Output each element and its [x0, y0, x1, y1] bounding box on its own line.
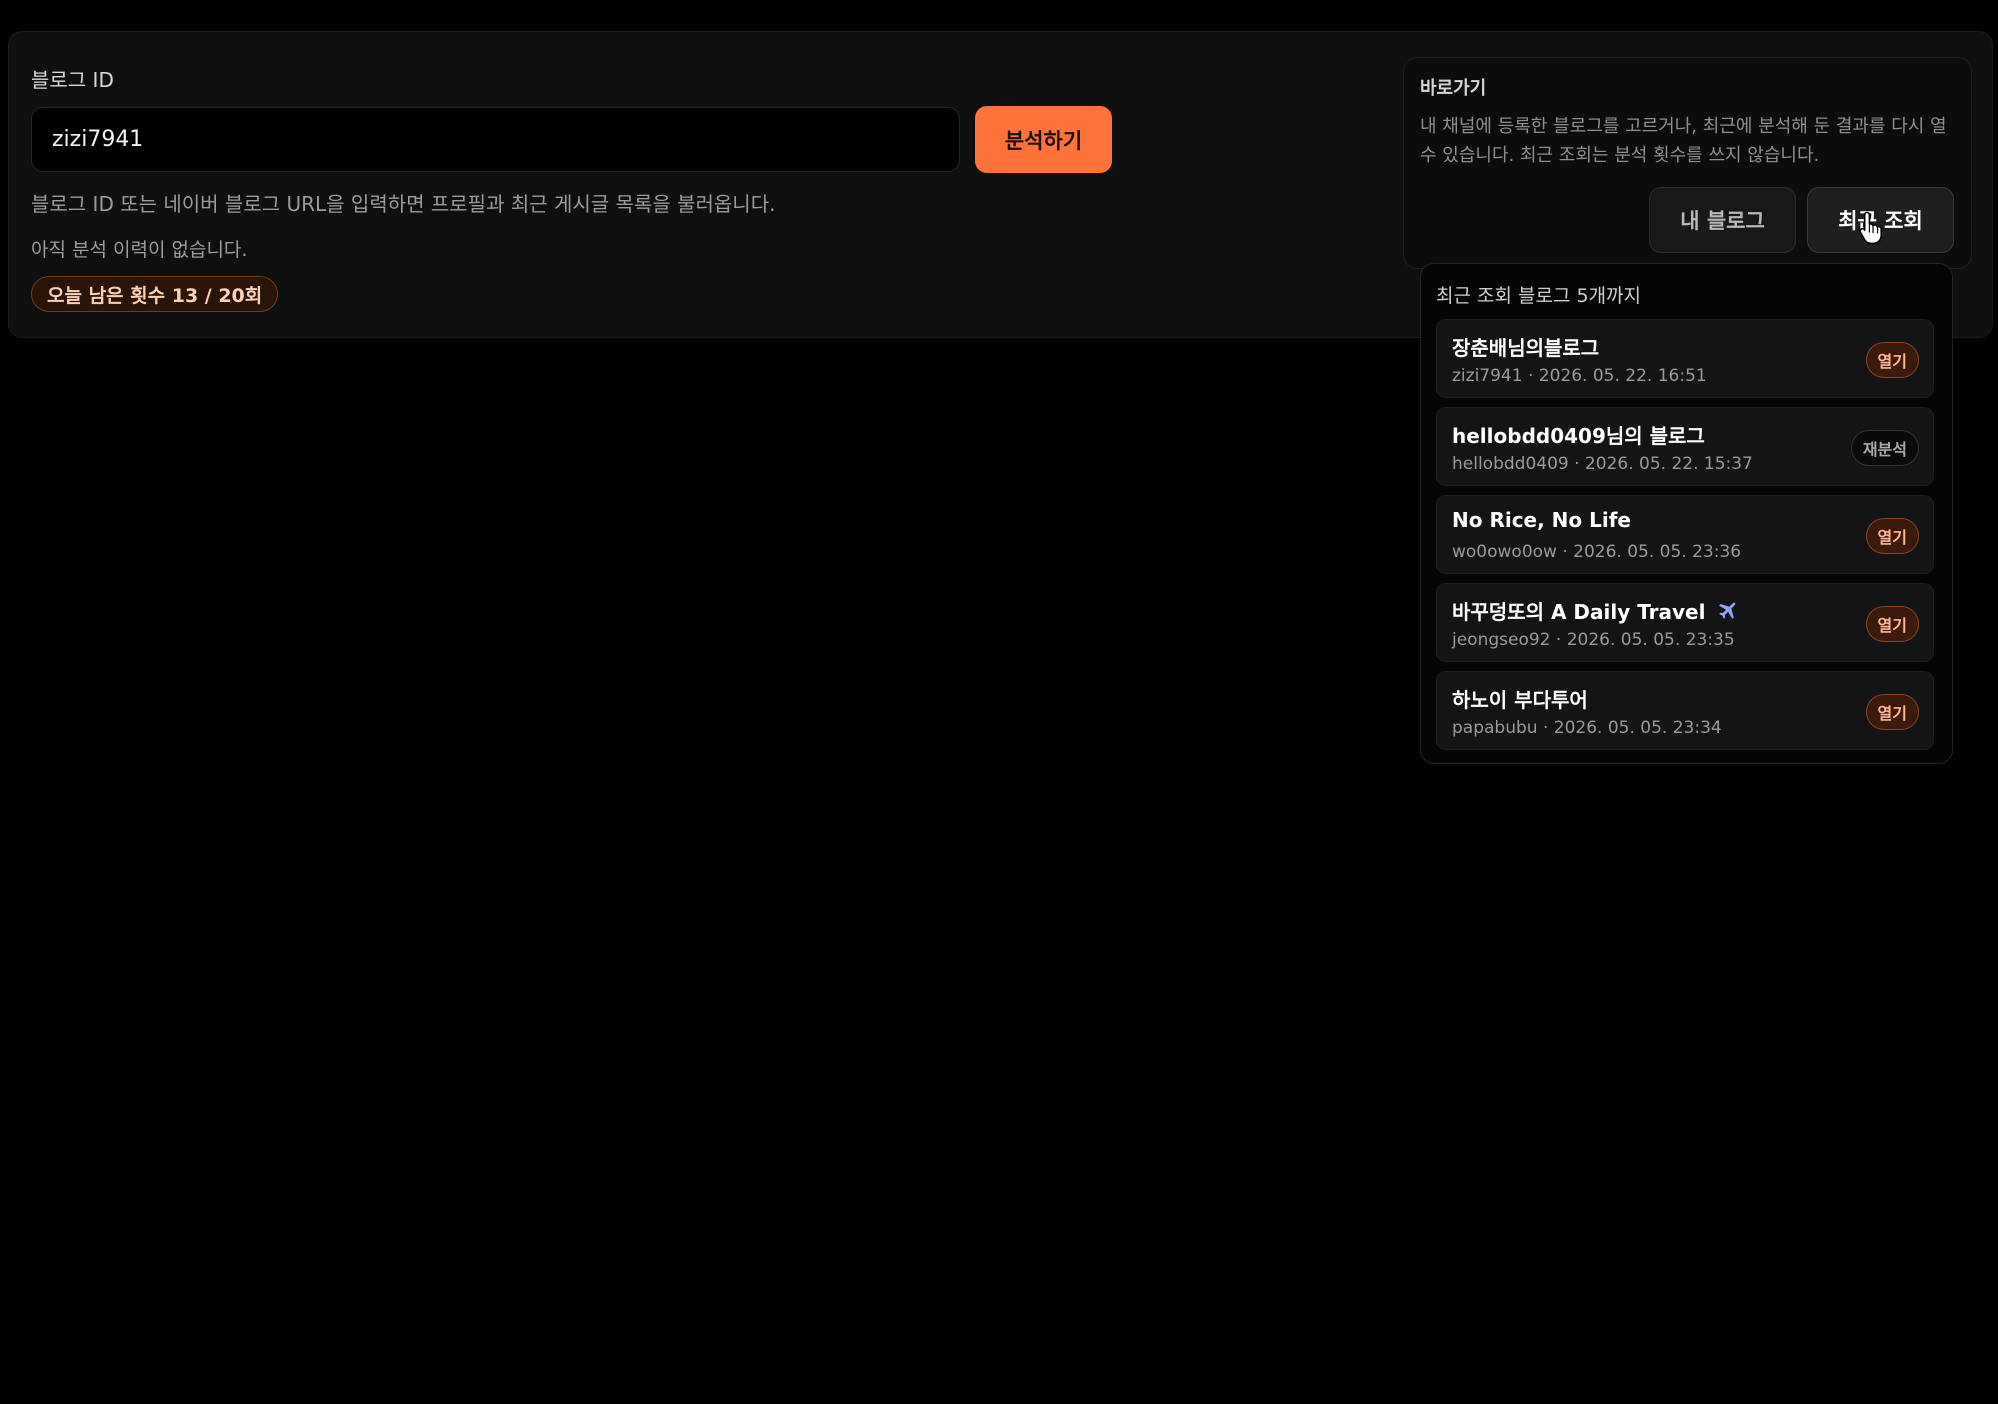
page: 블로그 ID 분석하기 블로그 ID 또는 네이버 블로그 URL을 입력하면 … — [0, 0, 1998, 1404]
recent-item-title: 바꾸덩또의 A Daily Travel — [1452, 600, 1706, 624]
quota-badge: 오늘 남은 횟수 13 / 20회 — [31, 276, 279, 312]
recent-item-title: No Rice, No Life — [1452, 508, 1631, 532]
help-text: 블로그 ID 또는 네이버 블로그 URL을 입력하면 프로필과 최근 게시글 … — [31, 192, 776, 216]
recent-item-meta: papabubu · 2026. 05. 05. 23:34 — [1452, 718, 1722, 738]
hand-cursor-icon — [1859, 211, 1882, 244]
recent-dropdown-title: 최근 조회 블로그 5개까지 — [1436, 285, 1642, 307]
recent-item-meta: jeongseo92 · 2026. 05. 05. 23:35 — [1452, 630, 1735, 650]
shortcut-title: 바로가기 — [1420, 78, 1487, 99]
history-empty-text: 아직 분석 이력이 없습니다. — [31, 239, 248, 261]
recent-item-meta: zizi7941 · 2026. 05. 22. 16:51 — [1452, 366, 1707, 386]
recent-item[interactable]: No Rice, No Life wo0owo0ow · 2026. 05. 0… — [1436, 495, 1934, 574]
recent-item[interactable]: 바꾸덩또의 A Daily Travel jeongseo92 · 2026. … — [1436, 583, 1934, 662]
recent-item[interactable]: 하노이 부다투어 papabubu · 2026. 05. 05. 23:34 … — [1436, 671, 1934, 750]
recent-item-title-wrap: 바꾸덩또의 A Daily Travel — [1452, 596, 1738, 625]
blog-id-label: 블로그 ID — [31, 68, 114, 92]
open-button[interactable]: 열기 — [1865, 606, 1919, 642]
airplane-icon — [1719, 602, 1736, 619]
recent-item[interactable]: hellobdd0409님의 블로그 hellobdd0409 · 2026. … — [1436, 407, 1934, 486]
recent-item-title: 장춘배님의블로그 — [1452, 336, 1600, 360]
blog-id-input[interactable] — [31, 107, 960, 172]
open-button[interactable]: 열기 — [1865, 694, 1919, 730]
open-button[interactable]: 열기 — [1865, 342, 1919, 378]
shortcut-description: 내 채널에 등록한 블로그를 고르거나, 최근에 분석해 둔 결과를 다시 열 … — [1420, 116, 1947, 166]
reanalyze-button[interactable]: 재분석 — [1850, 430, 1919, 466]
recent-item[interactable]: 장춘배님의블로그 zizi7941 · 2026. 05. 22. 16:51 … — [1436, 319, 1934, 398]
analyze-button[interactable]: 분석하기 — [975, 106, 1112, 173]
open-button[interactable]: 열기 — [1865, 518, 1919, 554]
recent-item-title: hellobdd0409님의 블로그 — [1452, 424, 1705, 448]
recent-item-meta: wo0owo0ow · 2026. 05. 05. 23:36 — [1452, 542, 1742, 562]
recent-item-title: 하노이 부다투어 — [1452, 688, 1588, 712]
recent-item-meta: hellobdd0409 · 2026. 05. 22. 15:37 — [1452, 454, 1753, 474]
tab-my-blog[interactable]: 내 블로그 — [1649, 187, 1796, 253]
